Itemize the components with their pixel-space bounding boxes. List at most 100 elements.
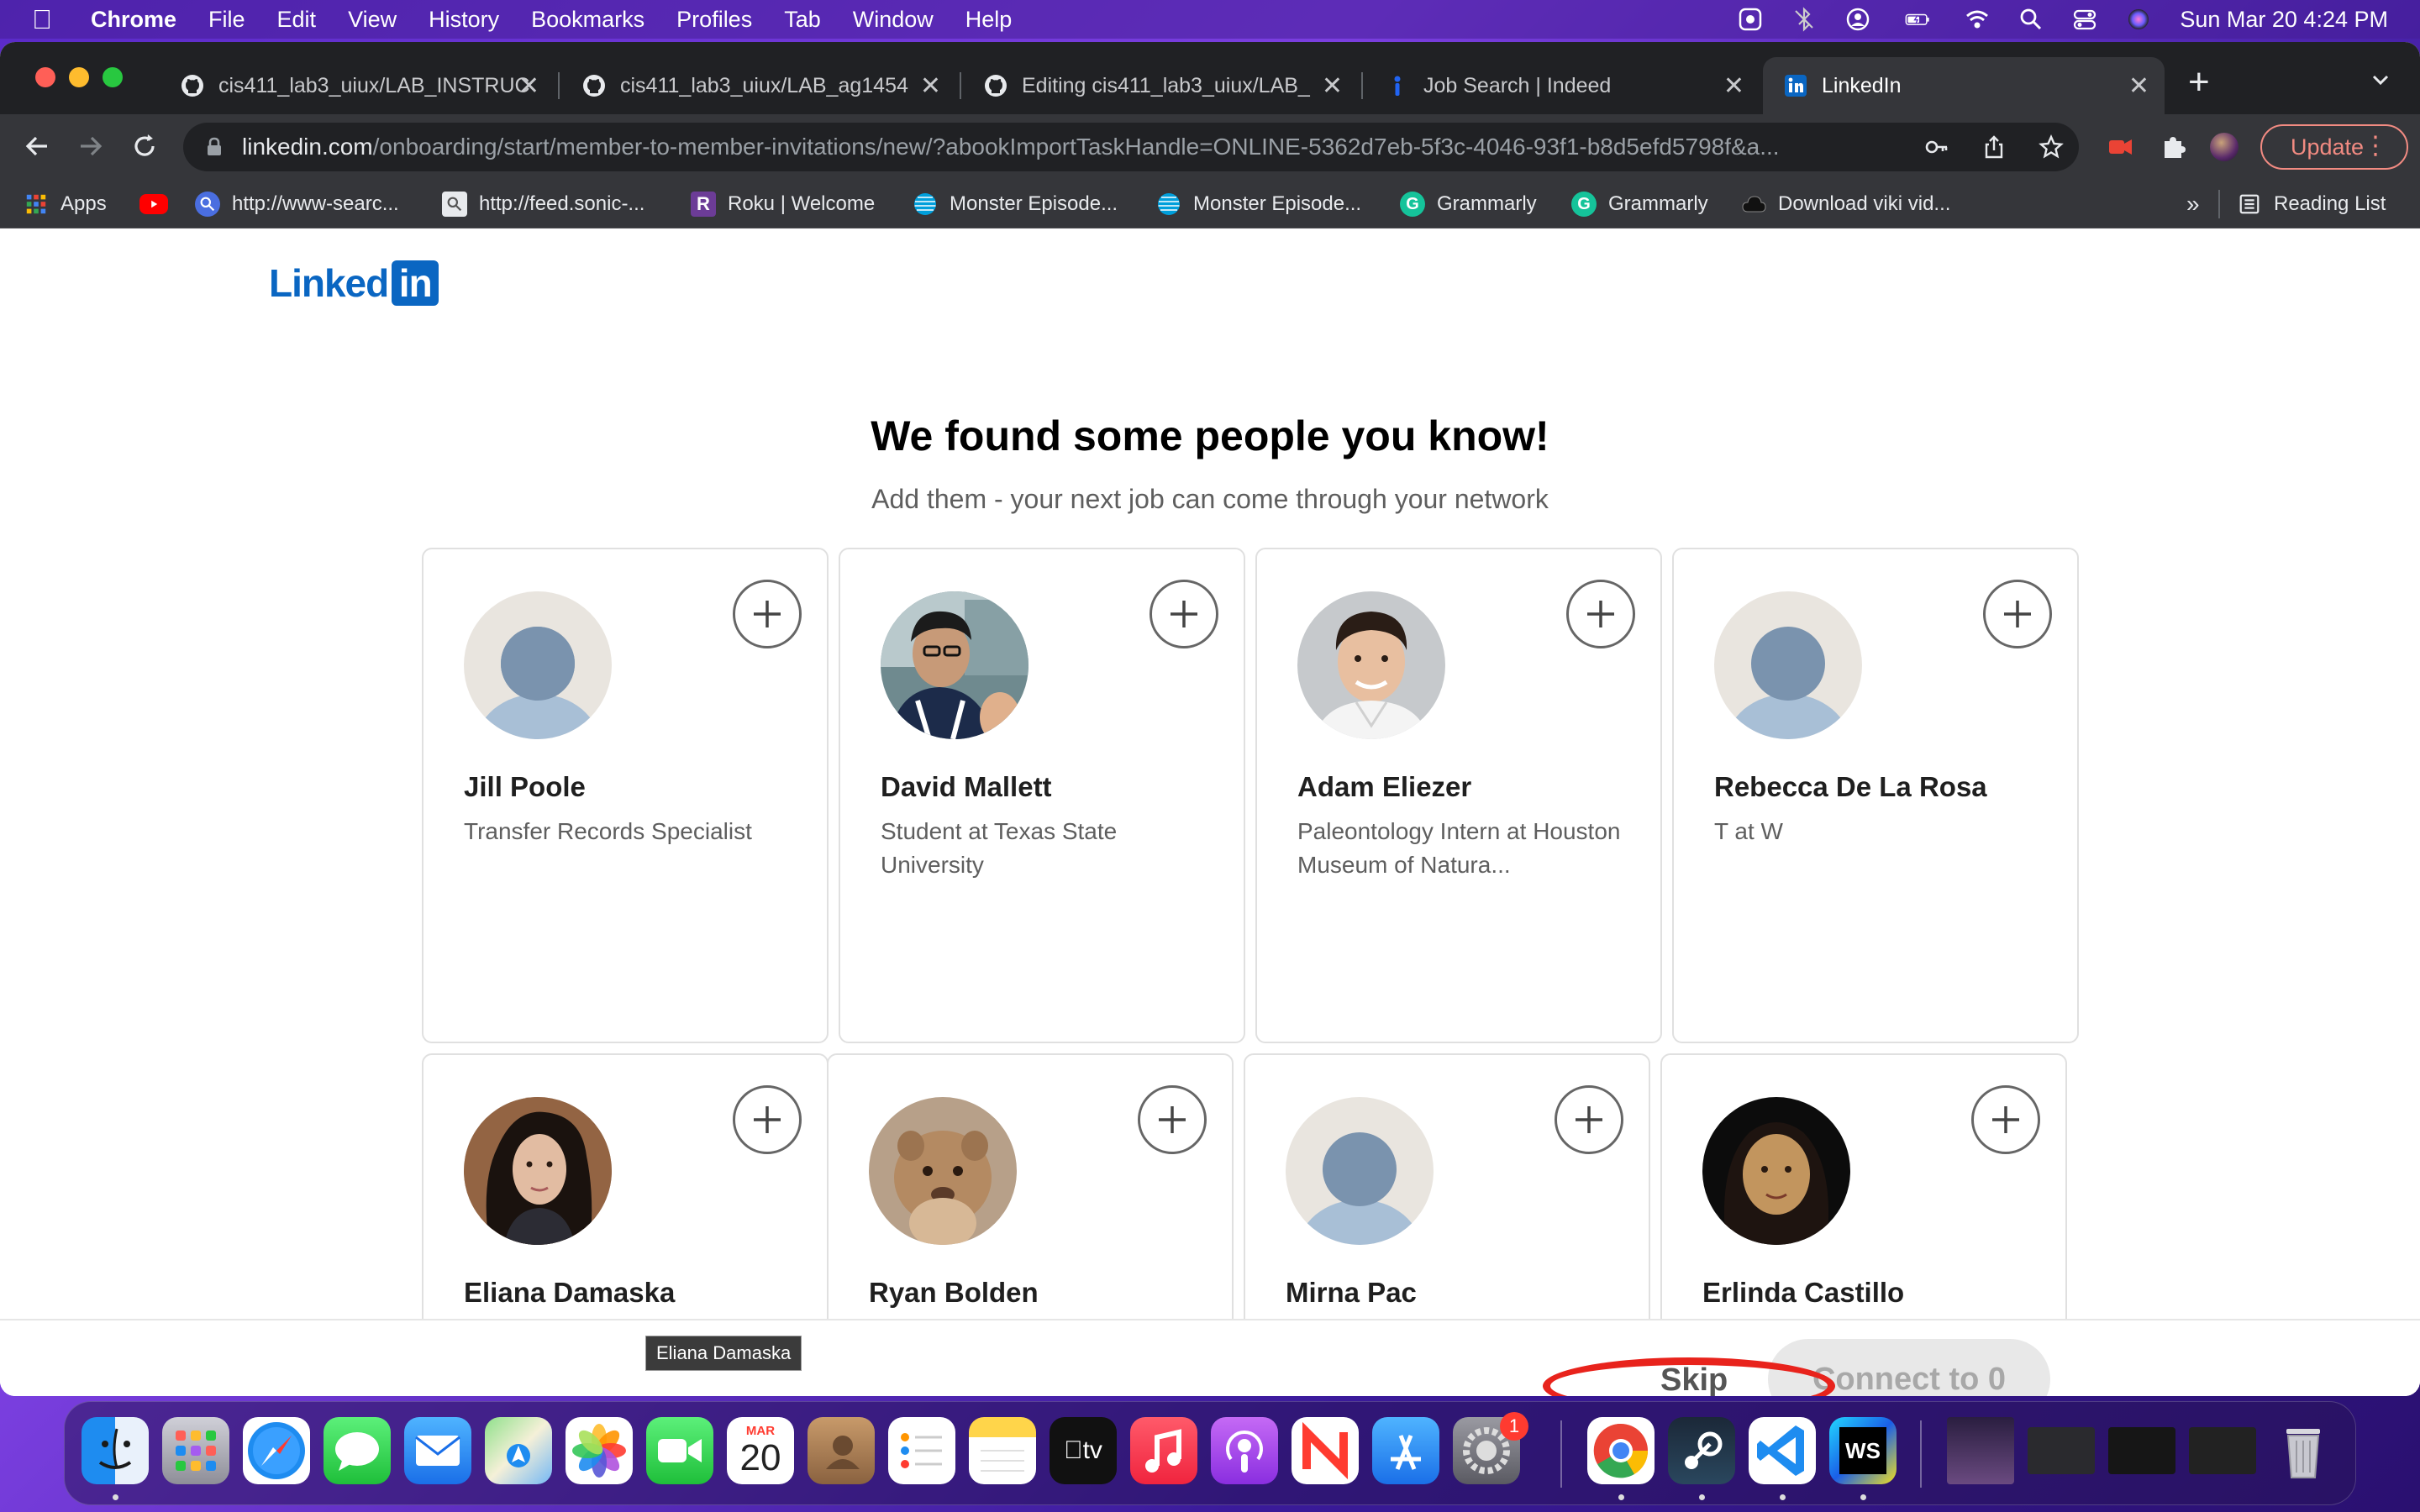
siri-icon[interactable] [2126, 7, 2151, 32]
menu-edit[interactable]: Edit [277, 7, 317, 33]
reminders-icon[interactable] [888, 1417, 955, 1484]
calendar-icon[interactable]: MAR 20 [727, 1417, 794, 1484]
person-card[interactable]: Rebecca De La Rosa T at W [1672, 548, 2079, 1043]
update-button[interactable]: Update ⋮ [2260, 124, 2408, 170]
new-tab-plus-icon[interactable]: + [2188, 64, 2210, 101]
messages-icon[interactable] [324, 1417, 391, 1484]
kebab-menu-icon[interactable]: ⋮ [2363, 134, 2388, 159]
add-connection-plus-icon[interactable] [1566, 580, 1635, 648]
close-window-button[interactable] [35, 67, 55, 87]
user-account-icon[interactable] [1845, 7, 1870, 32]
menu-file[interactable]: File [208, 7, 245, 33]
zoom-window-button[interactable] [103, 67, 123, 87]
add-connection-plus-icon[interactable] [1971, 1085, 2040, 1154]
battery-charging-icon[interactable] [1899, 7, 1936, 32]
news-icon[interactable] [1292, 1417, 1359, 1484]
forward-arrow-icon[interactable] [76, 131, 106, 161]
bookmarks-overflow-chevron-icon[interactable]: » [2186, 190, 2200, 218]
mail-icon[interactable] [404, 1417, 471, 1484]
close-tab-icon[interactable]: ✕ [518, 71, 539, 101]
bluetooth-off-icon[interactable] [1791, 7, 1817, 32]
menu-profiles[interactable]: Profiles [676, 7, 752, 33]
linkedin-logo[interactable]: Linked in [269, 260, 439, 306]
bookmark-roku[interactable]: R Roku | Welcome [691, 190, 875, 218]
minimize-window-button[interactable] [69, 67, 89, 87]
facetime-icon[interactable] [646, 1417, 713, 1484]
tab-search-chevron-icon[interactable] [2368, 67, 2393, 97]
share-icon[interactable] [1981, 134, 2007, 160]
add-connection-plus-icon[interactable] [1555, 1085, 1623, 1154]
bookmark-monster-episode-1[interactable]: Monster Episode... [913, 190, 1118, 218]
music-icon[interactable] [1130, 1417, 1197, 1484]
menu-clock[interactable]: Sun Mar 20 4:24 PM [2180, 7, 2388, 33]
bookmark-star-icon[interactable] [2039, 134, 2064, 160]
close-tab-icon[interactable]: ✕ [1322, 71, 1343, 101]
menu-window[interactable]: Window [853, 7, 934, 33]
app-store-icon[interactable] [1372, 1417, 1439, 1484]
person-card[interactable]: Adam Eliezer Paleontology Intern at Hous… [1255, 548, 1662, 1043]
key-icon[interactable] [1924, 134, 1949, 160]
bookmark-monster-episode-2[interactable]: Monster Episode... [1156, 190, 1361, 218]
minimized-terminal-window[interactable] [2189, 1427, 2256, 1474]
tab-github-editing[interactable]: Editing cis411_lab3_uiux/LAB_ ✕ [963, 57, 1358, 114]
wifi-icon[interactable] [1965, 7, 1990, 32]
bookmark-youtube[interactable] [139, 190, 180, 218]
contacts-icon[interactable] [808, 1417, 875, 1484]
add-connection-plus-icon[interactable] [1138, 1085, 1207, 1154]
podcasts-icon[interactable] [1211, 1417, 1278, 1484]
notes-icon[interactable] [969, 1417, 1036, 1484]
menu-history[interactable]: History [429, 7, 499, 33]
reload-icon[interactable] [129, 131, 160, 161]
apple-tv-icon[interactable]: tv [1050, 1417, 1117, 1484]
minimized-music-window[interactable] [2108, 1427, 2175, 1474]
webstorm-icon[interactable]: WS [1829, 1417, 1897, 1484]
menu-bookmarks[interactable]: Bookmarks [531, 7, 644, 33]
maps-icon[interactable] [485, 1417, 552, 1484]
steam-icon[interactable] [1668, 1417, 1735, 1484]
add-connection-plus-icon[interactable] [733, 1085, 802, 1154]
menu-app-name[interactable]: Chrome [91, 7, 176, 33]
status-grid-icon[interactable] [1738, 7, 1763, 32]
minimized-window-thumbnail[interactable] [1947, 1417, 2014, 1484]
menu-help[interactable]: Help [965, 7, 1013, 33]
finder-icon[interactable] [82, 1417, 149, 1484]
add-connection-plus-icon[interactable] [1983, 580, 2052, 648]
close-tab-icon[interactable]: ✕ [1723, 71, 1744, 101]
bookmark-download-viki[interactable]: Download viki vid... [1741, 190, 1950, 218]
add-connection-plus-icon[interactable] [1150, 580, 1218, 648]
tab-linkedin[interactable]: LinkedIn ✕ [1763, 57, 2165, 114]
trash-icon[interactable] [2270, 1417, 2337, 1484]
lock-icon[interactable] [203, 136, 225, 158]
address-bar[interactable]: linkedin.com/onboarding/start/member-to-… [183, 123, 2079, 171]
menu-view[interactable]: View [348, 7, 397, 33]
launchpad-icon[interactable] [162, 1417, 229, 1484]
bookmark-apps[interactable]: Apps [24, 190, 107, 218]
bookmark-grammarly-2[interactable]: G Grammarly [1571, 190, 1708, 218]
bookmark-grammarly-1[interactable]: G Grammarly [1400, 190, 1537, 218]
person-card[interactable]: Jill Poole Transfer Records Specialist [422, 548, 829, 1043]
profile-avatar-icon[interactable] [2210, 133, 2238, 161]
bookmark-sonic-feed[interactable]: http://feed.sonic-... [442, 190, 644, 218]
vscode-icon[interactable] [1749, 1417, 1816, 1484]
extensions-puzzle-icon[interactable] [2160, 133, 2188, 161]
tab-github-lab-ag1454[interactable]: cis411_lab3_uiux/LAB_ag1454 ✕ [561, 57, 956, 114]
control-center-icon[interactable] [2072, 7, 2097, 32]
person-card[interactable]: David Mallett Student at Texas State Uni… [839, 548, 1245, 1043]
bookmark-search-site[interactable]: http://www-searc... [195, 190, 399, 218]
safari-icon[interactable] [243, 1417, 310, 1484]
extension-screencast-icon[interactable] [2106, 133, 2134, 161]
minimized-webstorm-window[interactable] [2028, 1427, 2095, 1474]
tab-indeed[interactable]: Job Search | Indeed ✕ [1365, 57, 1760, 114]
close-tab-icon[interactable]: ✕ [2128, 71, 2149, 101]
apple-menu-icon[interactable]:  [32, 4, 66, 35]
chrome-icon[interactable] [1587, 1417, 1655, 1484]
close-tab-icon[interactable]: ✕ [920, 71, 941, 101]
menu-tab[interactable]: Tab [784, 7, 821, 33]
photos-icon[interactable] [566, 1417, 633, 1484]
back-arrow-icon[interactable] [22, 131, 52, 161]
system-preferences-icon[interactable]: 1 [1453, 1412, 1528, 1484]
spotlight-search-icon[interactable] [2018, 7, 2044, 32]
add-connection-plus-icon[interactable] [733, 580, 802, 648]
tab-github-lab-instructions[interactable]: cis411_lab3_uiux/LAB_INSTRUCTIONS ✕ [160, 57, 555, 114]
reading-list-button[interactable]: Reading List [2237, 190, 2386, 218]
